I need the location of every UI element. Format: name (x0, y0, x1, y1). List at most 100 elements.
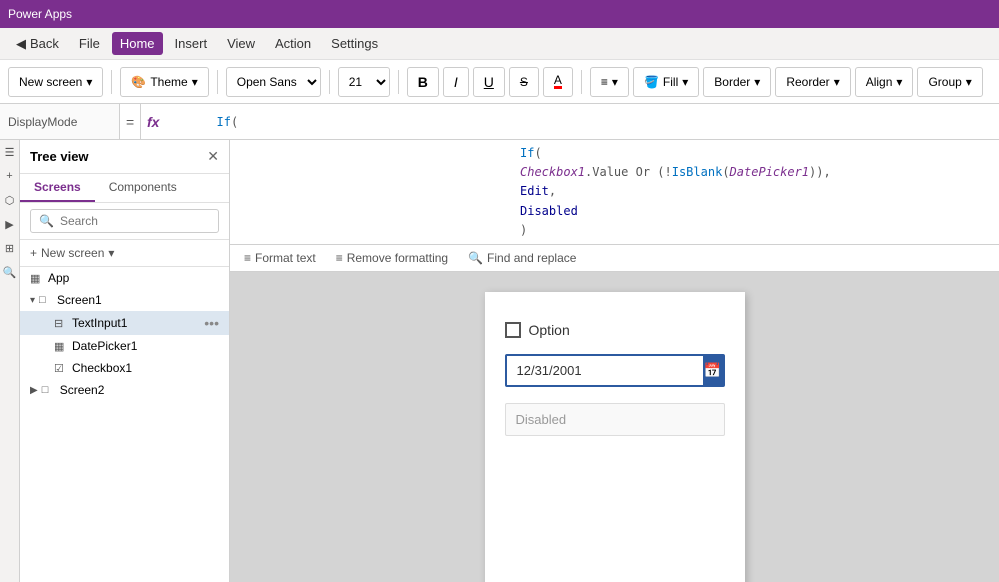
tree-actions: + New screen ▾ (20, 240, 229, 267)
align-button[interactable]: ≡ ▾ (590, 67, 629, 97)
sidebar-icons: ☰ + ⬡ ▶ ⊞ 🔍 (0, 140, 20, 582)
new-screen-button[interactable]: New screen ▾ (8, 67, 103, 97)
tree-title: Tree view (30, 149, 89, 164)
format-text-icon: ≡ (244, 251, 251, 265)
find-replace-button[interactable]: 🔍 Find and replace (462, 249, 582, 267)
chevron-down-icon-3: ▾ (612, 75, 618, 89)
sidebar-icon-insert[interactable]: + (2, 168, 18, 184)
new-screen-button-tree[interactable]: + New screen ▾ (30, 246, 114, 260)
formula-expanded: If( Checkbox1.Value Or (!IsBlank(DatePic… (230, 140, 999, 245)
align2-button[interactable]: Align ▾ (855, 67, 914, 97)
toolbar-separator-4 (398, 70, 399, 94)
chevron-down-icon: ▾ (86, 75, 92, 89)
canvas-area: If( Checkbox1.Value Or (!IsBlank(DatePic… (230, 140, 999, 582)
fill-icon: 🪣 (644, 75, 659, 89)
tree-item-screen2[interactable]: ▶ □ Screen2 (20, 379, 229, 401)
formula-fn: If (520, 146, 534, 160)
sidebar-icon-components[interactable]: ⊞ (2, 240, 18, 256)
sidebar-icon-search[interactable]: 🔍 (2, 264, 18, 280)
main-area: ☰ + ⬡ ▶ ⊞ 🔍 Tree view ✕ Screens Componen… (0, 140, 999, 582)
tree-item-app[interactable]: ▦ App (20, 267, 229, 289)
theme-button[interactable]: 🎨 Theme ▾ (120, 67, 208, 97)
menu-settings[interactable]: Settings (323, 32, 386, 55)
remove-formatting-icon: ≡ (336, 251, 343, 265)
menu-action[interactable]: Action (267, 32, 319, 55)
sidebar-icon-screens[interactable]: ☰ (2, 144, 18, 160)
strikethrough-button[interactable]: S (509, 67, 539, 97)
chevron-down-icon-2: ▾ (192, 75, 198, 89)
tree-item-checkbox1[interactable]: ☑ Checkbox1 (20, 357, 229, 379)
equals-icon: = (126, 114, 134, 130)
format-text-button[interactable]: ≡ Format text (238, 249, 322, 267)
chevron-down-icon-tree: ▾ (108, 246, 114, 260)
menu-home[interactable]: Home (112, 32, 163, 55)
menu-bar: ◀ Back File Home Insert View Action Sett… (0, 28, 999, 60)
sidebar-icon-media[interactable]: ▶ (2, 216, 18, 232)
app-icon: ▦ (30, 272, 44, 285)
tree-tabs: Screens Components (20, 174, 229, 203)
toolbar-separator-1 (111, 70, 112, 94)
screen2-icon: □ (42, 384, 56, 396)
remove-formatting-button[interactable]: ≡ Remove formatting (330, 249, 454, 267)
tab-components[interactable]: Components (95, 174, 191, 202)
chevron-icon-screen2: ▶ (30, 385, 38, 396)
formula-kw1: Edit (520, 184, 549, 198)
tree-item-screen1[interactable]: ▾ □ Screen1 (20, 289, 229, 311)
tree-search: 🔍 (20, 203, 229, 240)
search-icon: 🔍 (39, 214, 54, 228)
formula-kw2: Disabled (520, 204, 578, 218)
chevron-down-icon-4: ▾ (682, 75, 688, 89)
underline-button[interactable]: U (473, 67, 505, 97)
sidebar-icon-data[interactable]: ⬡ (2, 192, 18, 208)
search-input[interactable] (60, 214, 210, 228)
menu-file[interactable]: File (71, 32, 108, 55)
bold-button[interactable]: B (407, 67, 439, 97)
toolbar: New screen ▾ 🎨 Theme ▾ Open Sans 21 B I … (0, 60, 999, 104)
datepicker1-icon: ▦ (54, 340, 68, 353)
screen-canvas: Option 📅 Disabled (485, 292, 745, 582)
tree-item-datepicker1[interactable]: ▦ DatePicker1 (20, 335, 229, 357)
chevron-down-icon-5: ▾ (754, 75, 760, 89)
date-picker-row: 📅 (505, 354, 725, 387)
chevron-icon-screen1: ▾ (30, 295, 35, 306)
toolbar-separator-3 (329, 70, 330, 94)
textinput1-menu[interactable]: ••• (204, 315, 219, 331)
tree-item-textinput1[interactable]: ⊟ TextInput1 ••• (20, 311, 229, 335)
group-button[interactable]: Group ▾ (917, 67, 982, 97)
close-button[interactable]: ✕ (207, 148, 219, 165)
formula-input[interactable]: If( (165, 104, 999, 139)
font-size-select[interactable]: 21 (338, 67, 390, 97)
chevron-down-icon-7: ▾ (896, 75, 902, 89)
formula-bar: DisplayMode = fx If( (0, 104, 999, 140)
menu-insert[interactable]: Insert (167, 32, 216, 55)
toolbar-separator-5 (581, 70, 582, 94)
checkbox-row: Option (505, 322, 725, 338)
date-picker-input[interactable] (507, 357, 703, 384)
app-name: Power Apps (8, 7, 72, 21)
theme-icon: 🎨 (131, 75, 146, 89)
fx-icon: fx (141, 104, 165, 139)
textinput1-icon: ⊟ (54, 317, 68, 330)
tab-screens[interactable]: Screens (20, 174, 95, 202)
chevron-down-icon-6: ▾ (834, 75, 840, 89)
plus-icon: + (30, 246, 37, 260)
tree-content: ▦ App ▾ □ Screen1 ⊟ TextInput1 ••• ▦ Dat… (20, 267, 229, 582)
font-color-icon: A (554, 74, 562, 89)
formula-property[interactable]: DisplayMode (0, 104, 120, 139)
back-button[interactable]: ◀ Back (8, 32, 67, 56)
title-bar: Power Apps (0, 0, 999, 28)
back-icon: ◀ (16, 36, 26, 52)
reorder-button[interactable]: Reorder ▾ (775, 67, 850, 97)
formula-ref1: Checkbox1 (520, 165, 585, 179)
font-family-select[interactable]: Open Sans (226, 67, 321, 97)
checkbox-option[interactable] (505, 322, 521, 338)
format-toolbar: ≡ Format text ≡ Remove formatting 🔍 Find… (230, 245, 999, 272)
fill-button[interactable]: 🪣 Fill ▾ (633, 67, 699, 97)
calendar-icon: 📅 (704, 362, 721, 379)
font-color-button[interactable]: A (543, 67, 573, 97)
italic-button[interactable]: I (443, 67, 469, 97)
border-button[interactable]: Border ▾ (703, 67, 771, 97)
checkbox-label: Option (529, 322, 570, 338)
menu-view[interactable]: View (219, 32, 263, 55)
calendar-button[interactable]: 📅 (703, 356, 723, 385)
